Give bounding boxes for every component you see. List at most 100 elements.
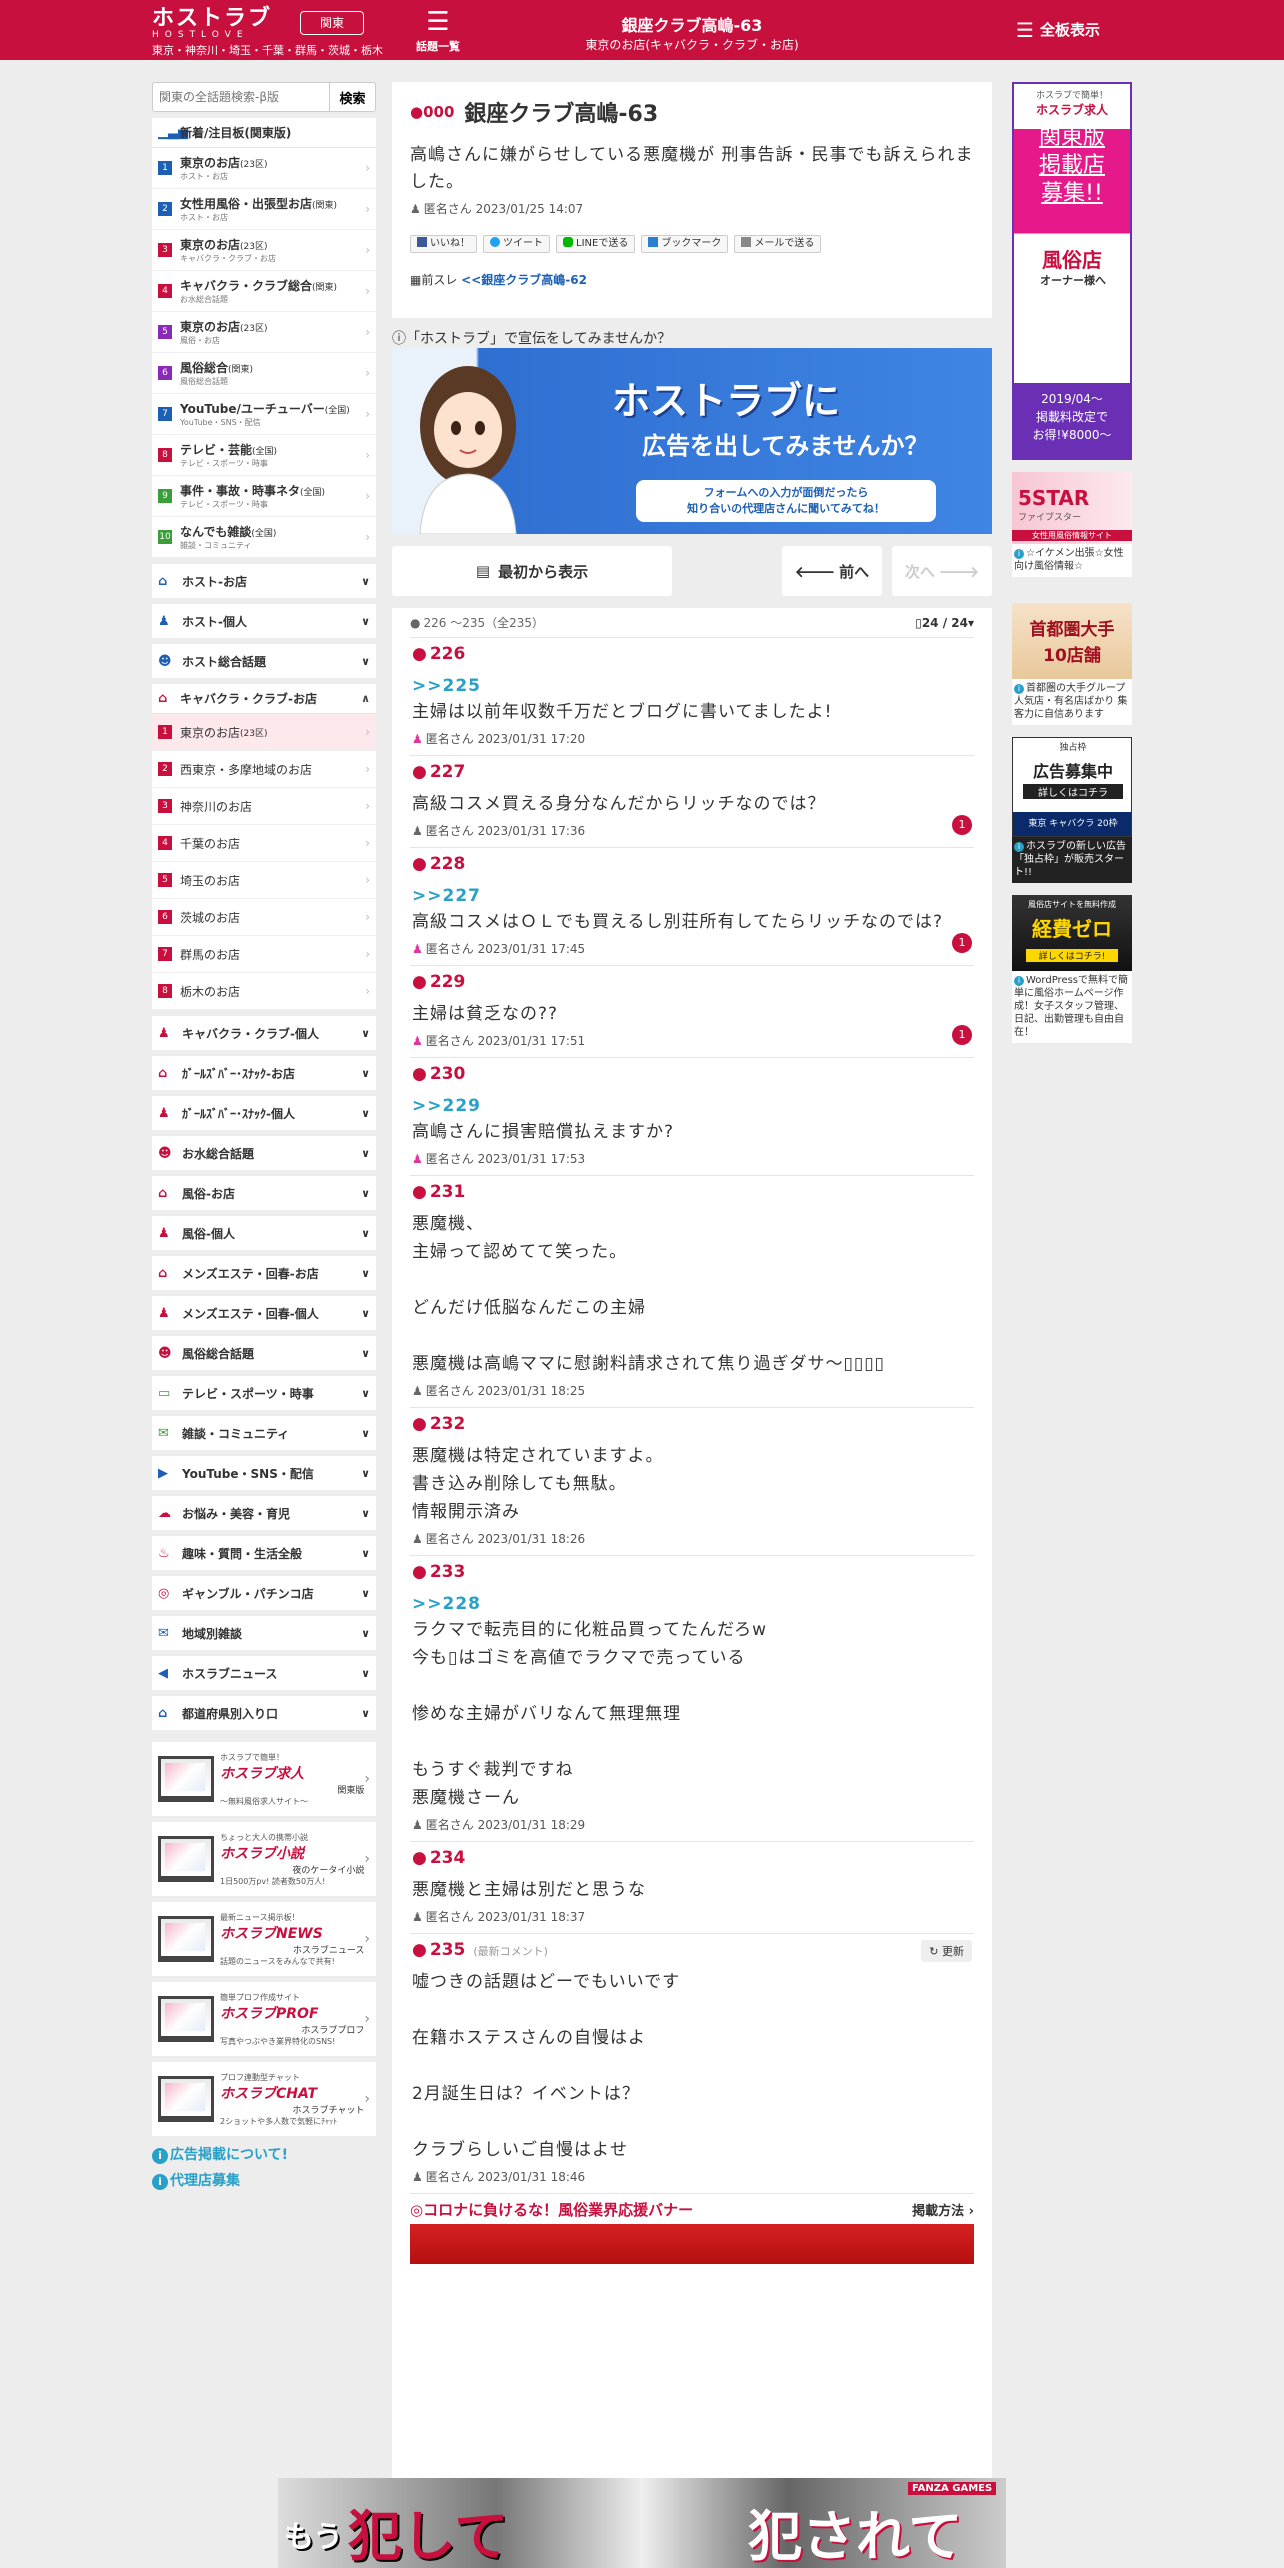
line-share-button[interactable]: LINEで送る bbox=[556, 235, 636, 253]
category-item[interactable]: ☻ 風俗総合話題 ∨ bbox=[152, 1336, 376, 1370]
category-item[interactable]: ☁ お悩み・美容・育児 ∨ bbox=[152, 1496, 376, 1530]
kyaba-item[interactable]: 3 神奈川のお店 › bbox=[152, 788, 376, 825]
category-item[interactable]: ✉ 雑談・コミュニティ ∨ bbox=[152, 1416, 376, 1450]
post-meta: ♟ 匿名さん 2023/01/31 18:37 bbox=[412, 1910, 586, 1924]
ranking-item[interactable]: 5 東京のお店(23区) 風俗・お店 › bbox=[152, 312, 376, 353]
mail-share-button[interactable]: メールで送る bbox=[734, 235, 822, 253]
next-page-button[interactable]: 次へ 🡒 bbox=[892, 546, 992, 596]
listing-method-link[interactable]: 掲載方法 › bbox=[912, 2200, 974, 2219]
category-item[interactable]: ♟ キャバクラ・クラブ-個人 ∨ bbox=[152, 1016, 376, 1050]
reply-link[interactable]: >>228 bbox=[412, 1594, 972, 1614]
ad-banner[interactable]: ホストラブに 広告を出してみませんか？ フォームへの入力が面倒だったら 知り合い… bbox=[392, 348, 992, 534]
bookmark-button[interactable]: ブックマーク bbox=[641, 235, 729, 253]
post-body: 悪魔機、 主婦って認めてて笑った。 どんだけ低脳なんだこの主婦 悪魔機は高嶋ママ… bbox=[412, 1214, 885, 1374]
site-logo[interactable]: ホストラブ HOSTLOVE bbox=[152, 8, 272, 41]
ranking-item[interactable]: 3 東京のお店(23区) キャバクラ・クラブ・お店 › bbox=[152, 230, 376, 271]
right-ad-shutoken[interactable]: 首都圏大手 10店舗 i 首都圏の大手グループ 人気店・有名店ばかり 集客力に自信… bbox=[1012, 603, 1132, 725]
post-number[interactable]: ● 233 bbox=[412, 1562, 972, 1582]
category-item[interactable]: ♟ メンズエステ・回春-個人 ∨ bbox=[152, 1296, 376, 1330]
ranking-item[interactable]: 4 キャバクラ・クラブ総合(関東) お水総合話題 › bbox=[152, 271, 376, 312]
reply-count-badge[interactable]: 1 bbox=[952, 815, 972, 835]
kyaba-item[interactable]: 5 埼玉のお店 › bbox=[152, 862, 376, 899]
ranking-item[interactable]: 1 東京のお店(23区) ホスト・お店 › bbox=[152, 148, 376, 189]
show-from-first-button[interactable]: ▤ 最初から表示 bbox=[392, 546, 672, 596]
prev-thread-link[interactable]: <<銀座クラブ高嶋-62 bbox=[461, 273, 587, 287]
ranking-item[interactable]: 8 テレビ・芸能(全国) テレビ・スポーツ・時事 › bbox=[152, 435, 376, 476]
thread-title: ●000 銀座クラブ高嶋-63 bbox=[410, 102, 659, 127]
post-number[interactable]: ● 228 bbox=[412, 854, 972, 874]
post-number[interactable]: ● 234 bbox=[412, 1848, 972, 1868]
promo-item[interactable]: プロフ連動型チャット ホスラブCHAT ホスラブチャット 2ショットや多人数で気軽にﾁ… bbox=[152, 2062, 376, 2136]
category-item[interactable]: ⌂ 都道府県別入り口 ∨ bbox=[152, 1696, 376, 1730]
category-item[interactable]: ⌂ ホスト-お店 ∨ bbox=[152, 564, 376, 598]
kyaba-item[interactable]: 1 東京のお店 (23区) › bbox=[152, 714, 376, 751]
right-ad-dokusen[interactable]: 独占枠 広告募集中 詳しくはコチラ 東京 キャバクラ 20枠 i ホスラブの新しい… bbox=[1012, 737, 1132, 883]
kyaba-item[interactable]: 4 千葉のお店 › bbox=[152, 825, 376, 862]
chevron-right-icon: › bbox=[364, 1851, 370, 1867]
corona-banner[interactable] bbox=[410, 2224, 974, 2264]
category-item[interactable]: ▭ テレビ・スポーツ・時事 ∨ bbox=[152, 1376, 376, 1410]
category-item[interactable]: ▶ YouTube・SNS・配信 ∨ bbox=[152, 1456, 376, 1490]
kyaba-item[interactable]: 7 群馬のお店 › bbox=[152, 936, 376, 973]
post-number[interactable]: ● 232 bbox=[412, 1414, 972, 1434]
promo-item[interactable]: 簡単プロフ作成サイト ホスラブPROF ホスラブプロフ 写真やつぶやき業界特化のSNS… bbox=[152, 1982, 376, 2056]
right-ad-recruit[interactable]: ホスラブで簡単！ ホスラブ求人 関東版 掲載店 募集!! 風俗店 オーナー様へ … bbox=[1012, 82, 1132, 460]
category-item[interactable]: ◎ ギャンブル・パチンコ店 ∨ bbox=[152, 1576, 376, 1610]
region-subtitle: 東京・神奈川・埼玉・千葉・群馬・茨城・栃木 bbox=[152, 44, 383, 57]
refresh-button[interactable]: ↻ 更新 bbox=[921, 1940, 972, 1962]
category-item[interactable]: ♟ ｶﾞｰﾙｽﾞﾊﾞｰ･ｽﾅｯｸ-個人 ∨ bbox=[152, 1096, 376, 1130]
post-body: 主婦は貧乏なの?? bbox=[412, 1004, 559, 1024]
search-button[interactable]: 検索 bbox=[330, 82, 376, 112]
category-item[interactable]: ⌂ ｶﾞｰﾙｽﾞﾊﾞｰ･ｽﾅｯｸ-お店 ∨ bbox=[152, 1056, 376, 1090]
category-item[interactable]: ♟ 風俗-個人 ∨ bbox=[152, 1216, 376, 1250]
ranking-item[interactable]: 9 事件・事故・時事ネタ(全国) テレビ・スポーツ・時事 › bbox=[152, 476, 376, 517]
category-item[interactable]: ◀ ホスラブニュース ∨ bbox=[152, 1656, 376, 1690]
promo-item[interactable]: ホスラブで簡単！ ホスラブ求人 関東版 〜無料風俗求人サイト〜 › bbox=[152, 1742, 376, 1816]
page-selector[interactable]: ▯24 / 24▾ bbox=[915, 616, 974, 630]
kyaba-item[interactable]: 6 茨城のお店 › bbox=[152, 899, 376, 936]
promo-item[interactable]: 最新ニュース掲示板！ ホスラブNEWS ホスラブニュース 話題のニュースをみんなで共有… bbox=[152, 1902, 376, 1976]
right-ad-keihi[interactable]: 風俗店サイトを無料作成 経費ゼロ 詳しくはコチラ! i WordPressで無料で… bbox=[1012, 895, 1132, 1043]
tweet-button[interactable]: ツイート bbox=[483, 235, 550, 253]
post-number[interactable]: ● 231 bbox=[412, 1182, 972, 1202]
post-number[interactable]: ● 226 bbox=[412, 644, 972, 664]
category-item[interactable]: ☻ ホスト総合話題 ∨ bbox=[152, 644, 376, 678]
chevron-down-icon: ∨ bbox=[361, 1506, 370, 1520]
post-number[interactable]: ● 235 (最新コメント) bbox=[412, 1940, 972, 1960]
ranking-item[interactable]: 7 YouTube/ユーチューバー(全国) YouTube・SNS・配信 › bbox=[152, 394, 376, 435]
ad-info-link[interactable]: i 広告掲載について! bbox=[152, 2144, 376, 2164]
topics-list-button[interactable]: ☰ 話題一覧 bbox=[408, 6, 468, 54]
prev-page-button[interactable]: 🡐 前へ bbox=[782, 546, 882, 596]
reply-link[interactable]: >>225 bbox=[412, 676, 972, 696]
region-button[interactable]: 関東 bbox=[300, 11, 364, 35]
ranking-item[interactable]: 6 風俗総合(関東) 風俗総合話題 › bbox=[152, 353, 376, 394]
category-item[interactable]: ⌂ 風俗-お店 ∨ bbox=[152, 1176, 376, 1210]
kyaba-item[interactable]: 2 西東京・多摩地域のお店 › bbox=[152, 751, 376, 788]
category-item[interactable]: ♟ ホスト-個人 ∨ bbox=[152, 604, 376, 638]
post-number[interactable]: ● 229 bbox=[412, 972, 972, 992]
reply-link[interactable]: >>227 bbox=[412, 886, 972, 906]
post-number[interactable]: ● 227 bbox=[412, 762, 972, 782]
promo-item[interactable]: ちょっと大人の携帯小説 ホスラブ小説 夜のケータイ小説 1日500万pv! 読者数50… bbox=[152, 1822, 376, 1896]
agency-link[interactable]: i 代理店募集 bbox=[152, 2170, 376, 2190]
kyaba-header[interactable]: ⌂ キャバクラ・クラブ-お店 ∧ bbox=[152, 684, 376, 714]
kyaba-item[interactable]: 8 栃木のお店 › bbox=[152, 973, 376, 1010]
post-number[interactable]: ● 230 bbox=[412, 1064, 972, 1084]
reply-count-badge[interactable]: 1 bbox=[952, 1025, 972, 1045]
bottom-ad-banner[interactable]: もう 犯して 犯されて FANZA GAMES bbox=[278, 2478, 1006, 2568]
right-ad-5star[interactable]: 5STAR ファイブスター 女性用風俗情報サイト i ☆イケメン出張☆女性向け風俗… bbox=[1012, 472, 1132, 577]
all-boards-button[interactable]: ☰ 全板表示 bbox=[1016, 18, 1100, 42]
category-item[interactable]: ☻ お水総合話題 ∨ bbox=[152, 1136, 376, 1170]
search-input[interactable] bbox=[152, 82, 330, 112]
category-item[interactable]: ⌂ メンズエステ・回春-お店 ∨ bbox=[152, 1256, 376, 1290]
ranking-item[interactable]: 2 女性用風俗・出張型お店(関東) ホスト・お店 › bbox=[152, 189, 376, 230]
comment-icon: ● bbox=[412, 644, 427, 664]
category-item[interactable]: ♨ 趣味・質問・生活全般 ∨ bbox=[152, 1536, 376, 1570]
reply-link[interactable]: >>229 bbox=[412, 1096, 972, 1116]
category-item[interactable]: ✉ 地域別雑談 ∨ bbox=[152, 1616, 376, 1650]
kyaba-box: ⌂ キャバクラ・クラブ-お店 ∧ 1 東京のお店 (23区) › 2 西東京・多摩地域のお… bbox=[152, 684, 376, 1010]
reply-count-badge[interactable]: 1 bbox=[952, 933, 972, 953]
ranking-item[interactable]: 10 なんでも雑談(全国) 雑談・コミュニティ › bbox=[152, 517, 376, 558]
chevron-right-icon: › bbox=[365, 984, 370, 998]
facebook-like-button[interactable]: いいね！ bbox=[410, 235, 477, 253]
